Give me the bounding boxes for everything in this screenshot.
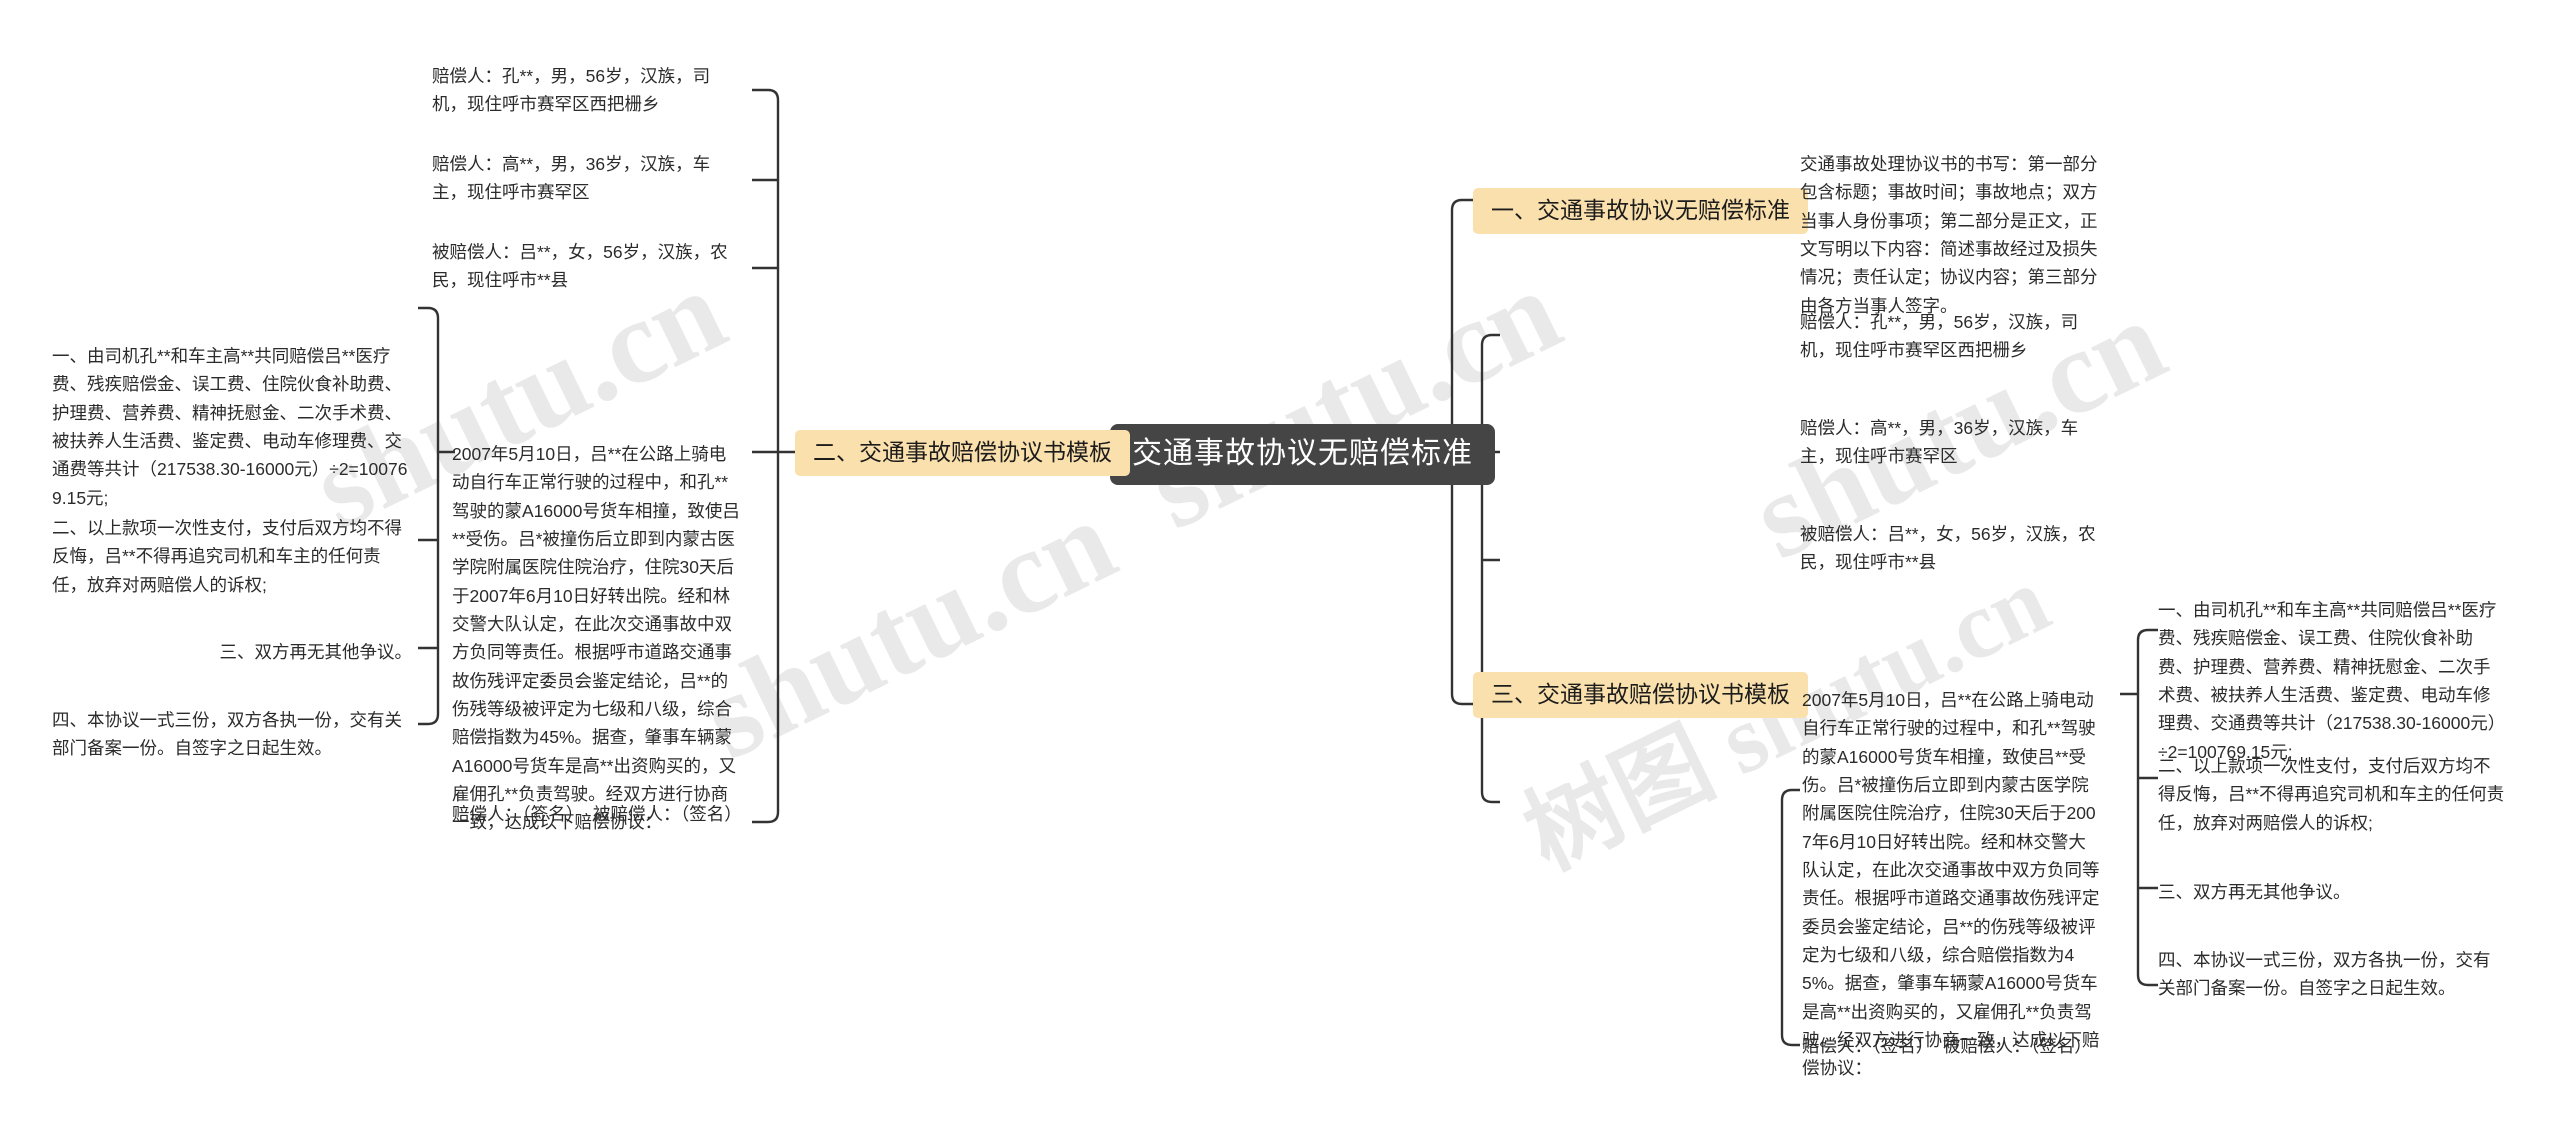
- leaf-right-party-3[interactable]: 被赔偿人：吕**，女，56岁，汉族，农民，现住呼市**县: [1800, 520, 2100, 577]
- leaf-left-clause-2[interactable]: 二、以上款项一次性支付，支付后双方均不得反悔，吕**不得再追究司机和车主的任何责…: [52, 514, 412, 599]
- leaf-right-signature[interactable]: 赔偿人：（签名） 被赔偿人：（签名）: [1802, 1032, 2102, 1060]
- root-node[interactable]: 交通事故协议无赔偿标准: [1110, 424, 1495, 485]
- leaf-left-clause-4[interactable]: 四、本协议一式三份，双方各执一份，交有关部门备案一份。自签字之日起生效。: [52, 706, 412, 763]
- branch-node-left-template[interactable]: 二、交通事故赔偿协议书模板: [795, 430, 1130, 477]
- leaf-left-narrative[interactable]: 2007年5月10日，吕**在公路上骑电动自行车正常行驶的过程中，和孔**驾驶的…: [452, 440, 740, 837]
- branch-node-right-standard[interactable]: 一、交通事故协议无赔偿标准: [1473, 188, 1808, 235]
- leaf-right-party-1[interactable]: 赔偿人：孔**，男，56岁，汉族，司机，现住呼市赛罕区西把栅乡: [1800, 308, 2100, 365]
- leaf-right-clause-1[interactable]: 一、由司机孔**和车主高**共同赔偿吕**医疗费、残疾赔偿金、误工费、住院伙食补…: [2158, 596, 2506, 766]
- watermark-shutu: shutu.cn: [682, 473, 1134, 785]
- branch-node-right-1-label: 一、交通事故协议无赔偿标准: [1491, 197, 1790, 223]
- leaf-left-party-2[interactable]: 赔偿人：高**，男，36岁，汉族，车主，现住呼市赛罕区: [432, 150, 732, 207]
- root-node-label: 交通事故协议无赔偿标准: [1132, 437, 1473, 470]
- branch-node-right-3-label: 三、交通事故赔偿协议书模板: [1491, 681, 1790, 707]
- watermark-shutu: shutu.cn: [1127, 243, 1579, 555]
- leaf-right-clause-3[interactable]: 三、双方再无其他争议。: [2158, 878, 2506, 906]
- leaf-right-narrative[interactable]: 2007年5月10日，吕**在公路上骑电动自行车正常行驶的过程中，和孔**驾驶的…: [1802, 686, 2100, 1083]
- leaf-right-agreement-writing-guide[interactable]: 交通事故处理协议书的书写：第一部分包含标题；事故时间；事故地点；双方当事人身份事…: [1800, 150, 2100, 320]
- branch-node-left-label: 二、交通事故赔偿协议书模板: [813, 439, 1112, 465]
- leaf-left-party-3[interactable]: 被赔偿人：吕**，女，56岁，汉族，农民，现住呼市**县: [432, 238, 732, 295]
- leaf-right-party-2[interactable]: 赔偿人：高**，男，36岁，汉族，车主，现住呼市赛罕区: [1800, 414, 2100, 471]
- leaf-left-clause-3[interactable]: 三、双方再无其他争议。: [52, 638, 413, 666]
- leaf-right-clause-4[interactable]: 四、本协议一式三份，双方各执一份，交有关部门备案一份。自签字之日起生效。: [2158, 946, 2506, 1003]
- branch-node-right-template[interactable]: 三、交通事故赔偿协议书模板: [1473, 672, 1808, 719]
- leaf-right-clause-2[interactable]: 二、以上款项一次性支付，支付后双方均不得反悔，吕**不得再追究司机和车主的任何责…: [2158, 752, 2506, 837]
- leaf-left-party-1[interactable]: 赔偿人：孔**，男，56岁，汉族，司机，现住呼市赛罕区西把栅乡: [432, 62, 732, 119]
- mindmap-canvas: shutu.cn shutu.cn shutu.cn shutu.cn 树图 s…: [0, 0, 2560, 1133]
- leaf-left-clause-1[interactable]: 一、由司机孔**和车主高**共同赔偿吕**医疗费、残疾赔偿金、误工费、住院伙食补…: [52, 342, 412, 512]
- leaf-left-signature[interactable]: 赔偿人：（签名） 被赔偿人：（签名）: [452, 800, 752, 828]
